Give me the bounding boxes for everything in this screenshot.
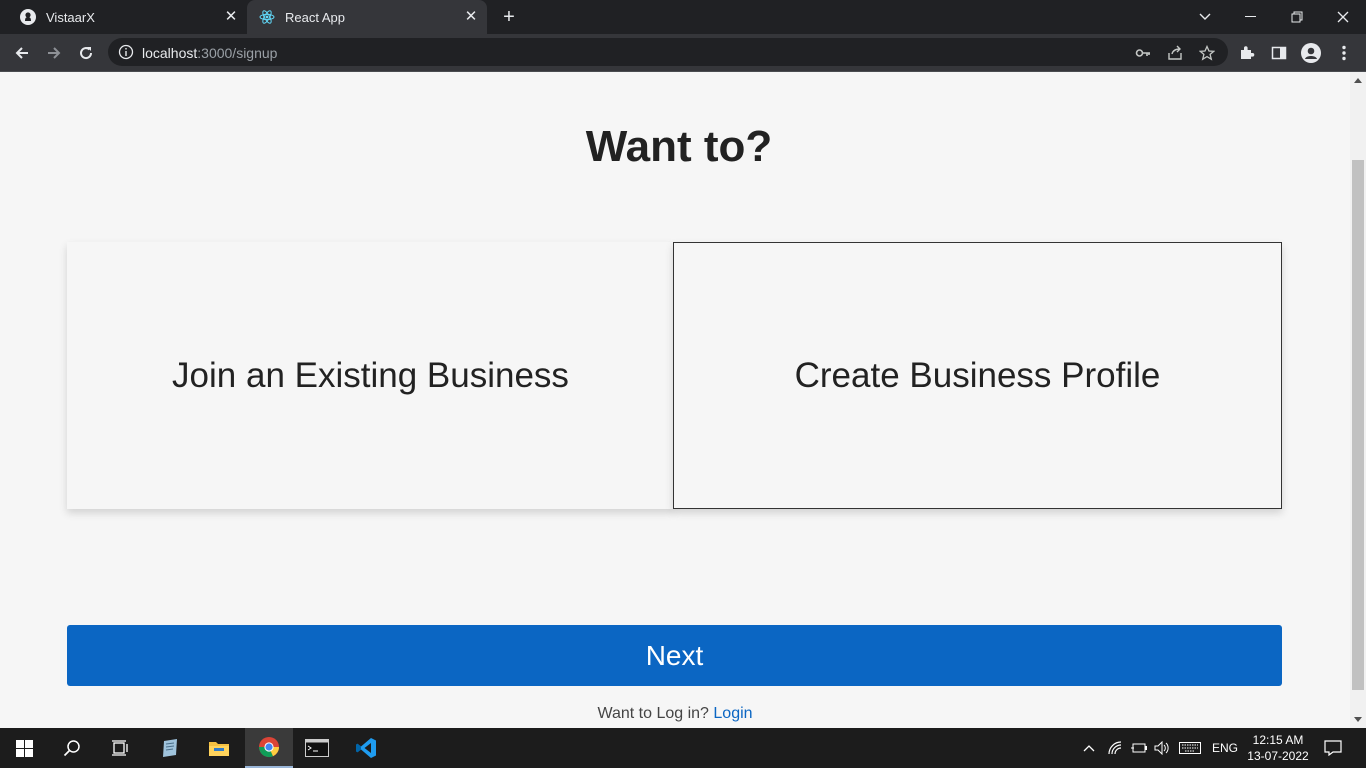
battery-icon[interactable] [1130,728,1148,768]
forward-arrow-icon[interactable] [41,40,67,66]
restore-icon[interactable] [1274,0,1320,34]
browser-toolbar: localhost:3000/signup [0,34,1366,72]
share-icon[interactable] [1166,44,1184,62]
react-icon [259,9,275,25]
url-host: localhost [142,45,198,61]
close-tab-icon[interactable]: ✕ [223,9,239,25]
network-icon[interactable] [1108,728,1124,768]
option-label: Create Business Profile [794,355,1161,395]
url-path: :3000/signup [197,45,278,61]
language-indicator[interactable]: ENG [1212,728,1238,768]
show-hidden-icons-chevron-icon[interactable] [1082,728,1096,768]
url-text: localhost:3000/signup [142,45,277,61]
menu-kebab-icon[interactable] [1333,42,1355,64]
minimize-icon[interactable] [1228,0,1274,34]
tab-search-chevron-icon[interactable] [1182,0,1228,34]
close-tab-icon[interactable]: ✕ [463,9,479,25]
key-icon[interactable] [1134,44,1152,62]
profile-avatar-icon[interactable] [1300,42,1322,64]
notepad-app-icon[interactable] [146,728,194,768]
windows-taskbar: ENG 12:15 AM 13-07-2022 [0,728,1366,768]
login-prompt: Want to Log in? Login [0,705,1350,723]
option-label: Join an Existing Business [172,355,569,395]
tab-vistaarx[interactable]: VistaarX ✕ [8,0,247,34]
clock-time: 12:15 AM [1252,733,1304,747]
terminal-app-icon[interactable] [293,728,341,768]
bookmark-star-icon[interactable] [1198,44,1216,62]
scroll-down-arrow-icon[interactable] [1354,717,1362,722]
task-view-icon[interactable] [96,728,144,768]
action-center-notification-icon[interactable] [1324,728,1342,768]
site-info-icon[interactable] [118,44,134,60]
scrollbar-thumb[interactable] [1352,160,1364,690]
browser-tab-strip: VistaarX ✕ React App ✕ + [0,0,1366,34]
next-button[interactable]: Next [67,625,1282,686]
reload-icon[interactable] [73,40,99,66]
create-business-profile-option[interactable]: Create Business Profile [673,242,1282,509]
github-icon [20,9,36,25]
tab-title: React App [285,9,345,25]
clock-date: 13-07-2022 [1247,749,1309,763]
chrome-app-icon[interactable] [245,728,293,768]
close-window-icon[interactable] [1320,0,1366,34]
new-tab-plus-icon[interactable]: + [498,7,520,29]
windows-start-icon[interactable] [0,728,48,768]
extensions-puzzle-icon[interactable] [1236,42,1258,64]
file-explorer-icon[interactable] [195,728,243,768]
system-clock[interactable]: 12:15 AM 13-07-2022 [1245,732,1311,764]
login-prompt-text: Want to Log in? [597,705,709,722]
page-scrollbar[interactable] [1350,72,1366,728]
side-panel-icon[interactable] [1268,42,1290,64]
page-title: Want to? [585,122,773,171]
tab-title: VistaarX [46,9,95,25]
keyboard-icon[interactable] [1179,728,1201,768]
search-icon[interactable] [48,728,96,768]
back-arrow-icon[interactable] [9,40,35,66]
vscode-app-icon[interactable] [342,728,390,768]
login-link[interactable]: Login [713,705,752,722]
page-content: Want to? Join an Existing Business Creat… [0,72,1350,728]
address-bar[interactable]: localhost:3000/signup [108,38,1228,66]
tab-react-app[interactable]: React App ✕ [247,0,487,34]
join-existing-business-option[interactable]: Join an Existing Business [67,242,674,509]
volume-icon[interactable] [1154,728,1170,768]
scroll-up-arrow-icon[interactable] [1354,78,1362,83]
